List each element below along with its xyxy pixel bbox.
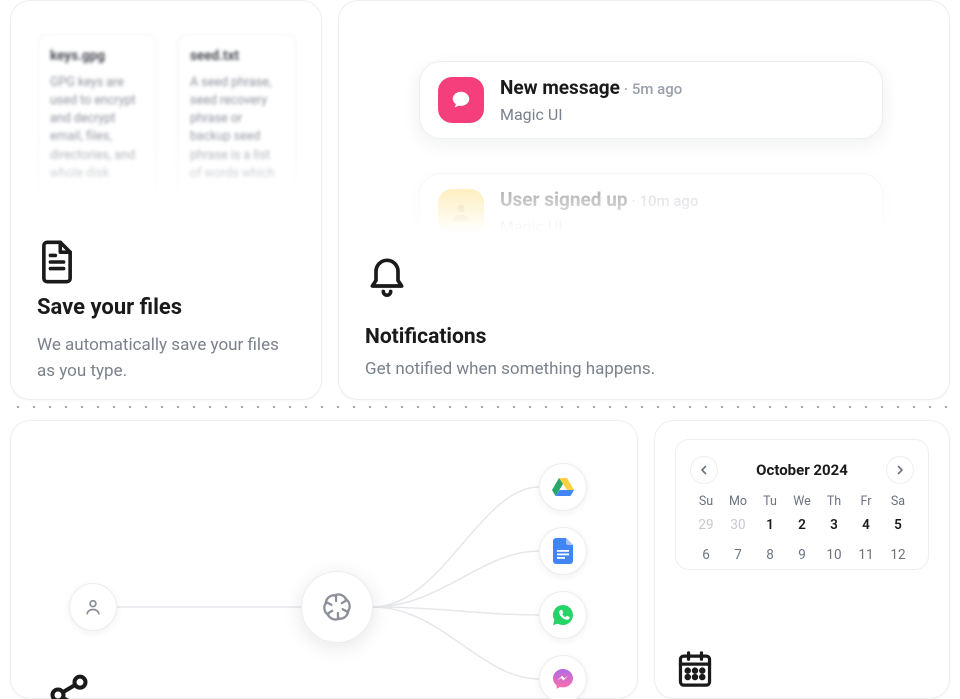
notification-item[interactable]: Payment received · 15m ago Magic UI <box>419 281 883 305</box>
calendar-day[interactable]: 3 <box>818 517 850 533</box>
calendar-day[interactable]: 29 <box>690 517 722 533</box>
notif-brand: Magic UI <box>500 105 682 124</box>
calendar-day[interactable]: 6 <box>690 547 722 563</box>
notif-title: New message <box>500 76 620 99</box>
file-desc: A seed phrase, seed recovery phrase or b… <box>190 74 284 183</box>
calendar-day[interactable]: 2 <box>786 517 818 533</box>
share-icon <box>47 673 91 699</box>
dotted-divider <box>10 406 950 408</box>
calendar-day[interactable]: 9 <box>786 547 818 563</box>
integrations-card <box>10 420 638 699</box>
file-card: keys.gpg GPG keys are used to encrypt an… <box>37 33 157 239</box>
calendar-weekdays: Su Mo Tu We Th Fr Sa <box>690 494 914 509</box>
notification-stack: New message · 5m ago Magic UI User signe… <box>365 25 923 305</box>
file-name: keys.gpg <box>50 48 144 64</box>
calendar-grid: 29 30 1 2 3 4 5 6 7 8 9 10 11 12 <box>690 517 914 563</box>
user-node[interactable] <box>69 583 117 631</box>
calendar-day[interactable]: 7 <box>722 547 754 563</box>
notifications-card: New message · 5m ago Magic UI User signe… <box>338 0 950 400</box>
notif-title: Payment received <box>500 296 653 305</box>
calendar-day[interactable]: 12 <box>882 547 914 563</box>
notif-title: User signed up <box>500 188 628 211</box>
bell-icon <box>365 251 409 335</box>
save-files-card: keys.gpg GPG keys are used to encrypt an… <box>10 0 322 400</box>
calendar-card: October 2024 Su Mo Tu We Th Fr Sa 29 30 … <box>654 420 950 699</box>
file-name: seed.txt <box>190 48 284 64</box>
file-desc: GPG keys are used to encrypt and decrypt… <box>50 74 144 183</box>
calendar-day[interactable]: 10 <box>818 547 850 563</box>
cash-icon <box>438 297 484 305</box>
notif-time: 10m ago <box>639 192 698 210</box>
google-drive-node[interactable] <box>539 463 587 511</box>
calendar-day[interactable]: 5 <box>882 517 914 533</box>
notif-brand: Magic UI <box>500 217 698 236</box>
whatsapp-node[interactable] <box>539 591 587 639</box>
calendar-day[interactable]: 30 <box>722 517 754 533</box>
messenger-node[interactable] <box>539 655 587 699</box>
calendar: October 2024 Su Mo Tu We Th Fr Sa 29 30 … <box>675 439 929 570</box>
file-icon <box>37 239 297 285</box>
card-title: Save your files <box>37 295 297 320</box>
calendar-day[interactable]: 1 <box>754 517 786 533</box>
google-docs-node[interactable] <box>539 527 587 575</box>
notification-item[interactable]: User signed up · 10m ago Magic UI <box>419 173 883 251</box>
calendar-day[interactable]: 8 <box>754 547 786 563</box>
notification-item[interactable]: New message · 5m ago Magic UI <box>419 61 883 139</box>
notif-time: 5m ago <box>632 80 682 98</box>
chat-icon <box>438 77 484 123</box>
user-icon <box>438 189 484 235</box>
card-title: Notifications <box>365 325 923 349</box>
file-previews: keys.gpg GPG keys are used to encrypt an… <box>37 33 297 239</box>
openai-node[interactable] <box>301 571 373 643</box>
file-card: seed.txt A seed phrase, seed recovery ph… <box>177 33 297 239</box>
calendar-day[interactable]: 4 <box>850 517 882 533</box>
card-subtitle: We automatically save your files as you … <box>37 332 297 385</box>
calendar-next-button[interactable] <box>886 456 914 484</box>
calendar-day[interactable]: 11 <box>850 547 882 563</box>
notif-time: 15m ago <box>665 300 724 305</box>
calendar-icon <box>675 648 715 690</box>
calendar-prev-button[interactable] <box>690 456 718 484</box>
calendar-title: October 2024 <box>756 461 848 479</box>
card-subtitle: Get notified when something happens. <box>365 359 923 379</box>
